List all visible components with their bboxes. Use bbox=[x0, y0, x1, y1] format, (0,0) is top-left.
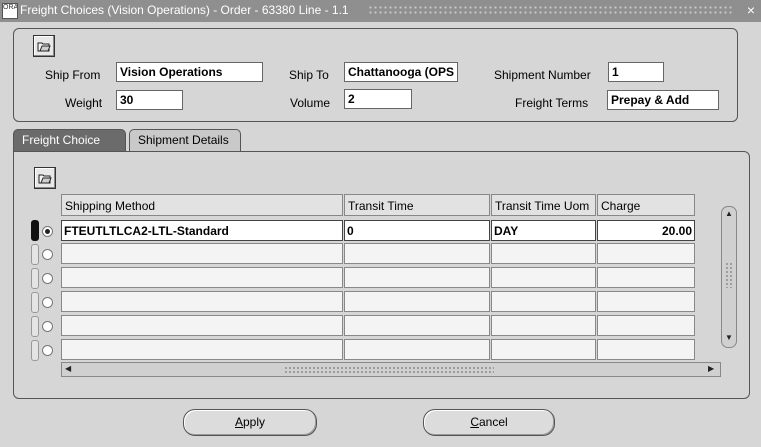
transit-time-uom-cell[interactable] bbox=[491, 267, 596, 288]
column-header-shipping-method[interactable]: Shipping Method bbox=[61, 194, 343, 216]
scrollbar-grip[interactable] bbox=[284, 366, 494, 373]
ship-from-field[interactable]: Vision Operations bbox=[116, 62, 263, 82]
transit-time-cell[interactable] bbox=[344, 243, 490, 264]
cancel-button[interactable]: Cancel bbox=[423, 409, 555, 436]
tab-shipment-details[interactable]: Shipment Details bbox=[129, 129, 241, 151]
shipping-method-cell[interactable] bbox=[61, 339, 343, 360]
transit-time-cell[interactable] bbox=[344, 291, 490, 312]
shipping-method-cell[interactable] bbox=[61, 267, 343, 288]
row-selector[interactable] bbox=[31, 244, 39, 265]
open-folder-icon bbox=[38, 174, 52, 184]
transit-time-cell[interactable]: 0 bbox=[344, 220, 490, 241]
folder-button[interactable] bbox=[34, 167, 56, 189]
charge-cell[interactable] bbox=[597, 315, 695, 336]
ship-to-label: Ship To bbox=[289, 68, 329, 82]
apply-label-rest: pply bbox=[243, 415, 266, 429]
scroll-right-icon[interactable]: ▶ bbox=[708, 364, 714, 373]
transit-time-uom-cell[interactable] bbox=[491, 243, 596, 264]
freight-terms-label: Freight Terms bbox=[515, 96, 589, 110]
freight-terms-field[interactable]: Prepay & Add bbox=[607, 90, 719, 110]
row-selector[interactable] bbox=[31, 268, 39, 289]
row-selector[interactable] bbox=[31, 220, 39, 241]
shipping-method-cell[interactable] bbox=[61, 243, 343, 264]
scroll-down-icon[interactable]: ▼ bbox=[725, 333, 733, 342]
close-icon[interactable]: × bbox=[747, 2, 755, 18]
transit-time-uom-cell[interactable]: DAY bbox=[491, 220, 596, 241]
scroll-left-icon[interactable]: ◀ bbox=[65, 364, 71, 373]
ship-from-label: Ship From bbox=[45, 68, 101, 82]
volume-field[interactable]: 2 bbox=[344, 89, 412, 109]
charge-cell[interactable]: 20.00 bbox=[597, 220, 695, 241]
row-radio[interactable] bbox=[42, 321, 53, 332]
cancel-mnemonic: C bbox=[470, 415, 479, 429]
apply-mnemonic: A bbox=[234, 415, 243, 429]
row-selector[interactable] bbox=[31, 292, 39, 313]
volume-label: Volume bbox=[290, 96, 331, 110]
shipping-method-cell[interactable]: FTEUTLTLCA2-LTL-Standard bbox=[61, 220, 343, 241]
transit-time-cell[interactable] bbox=[344, 339, 490, 360]
shipping-method-cell[interactable] bbox=[61, 315, 343, 336]
scroll-up-icon[interactable]: ▲ bbox=[725, 209, 733, 218]
scrollbar-grip[interactable] bbox=[725, 262, 733, 288]
row-radio[interactable] bbox=[42, 249, 53, 260]
shipment-number-label: Shipment Number bbox=[494, 68, 591, 82]
tab-freight-choice[interactable]: Freight Choice bbox=[13, 129, 126, 151]
row-selector[interactable] bbox=[31, 340, 39, 361]
weight-label: Weight bbox=[65, 96, 103, 110]
column-header-transit-time-uom[interactable]: Transit Time Uom bbox=[491, 194, 596, 216]
transit-time-uom-cell[interactable] bbox=[491, 291, 596, 312]
horizontal-scrollbar[interactable]: ◀ ▶ bbox=[61, 362, 721, 377]
row-radio[interactable] bbox=[42, 345, 53, 356]
apply-button[interactable]: Apply bbox=[183, 409, 317, 436]
column-header-charge[interactable]: Charge bbox=[597, 194, 695, 216]
transit-time-cell[interactable] bbox=[344, 315, 490, 336]
transit-time-uom-cell[interactable] bbox=[491, 315, 596, 336]
app-icon: ORACLE bbox=[2, 3, 18, 19]
transit-time-uom-cell[interactable] bbox=[491, 339, 596, 360]
title-bar-pattern bbox=[368, 5, 732, 16]
row-radio[interactable] bbox=[42, 226, 53, 237]
weight-field[interactable]: 30 bbox=[116, 90, 183, 110]
row-radio[interactable] bbox=[42, 273, 53, 284]
charge-cell[interactable] bbox=[597, 291, 695, 312]
cancel-label-rest: ancel bbox=[478, 415, 508, 429]
charge-cell[interactable] bbox=[597, 243, 695, 264]
open-folder-icon bbox=[37, 42, 51, 52]
shipment-number-field[interactable]: 1 bbox=[608, 62, 664, 82]
charge-cell[interactable] bbox=[597, 339, 695, 360]
shipping-method-cell[interactable] bbox=[61, 291, 343, 312]
window-title: Freight Choices (Vision Operations) - Or… bbox=[20, 3, 349, 17]
transit-time-cell[interactable] bbox=[344, 267, 490, 288]
column-header-transit-time[interactable]: Transit Time bbox=[344, 194, 490, 216]
ship-to-field[interactable]: Chattanooga (OPS bbox=[344, 62, 458, 82]
row-selector[interactable] bbox=[31, 316, 39, 337]
charge-cell[interactable] bbox=[597, 267, 695, 288]
folder-button[interactable] bbox=[33, 35, 55, 57]
title-bar: ORACLE Freight Choices (Vision Operation… bbox=[0, 0, 761, 22]
vertical-scrollbar[interactable]: ▲ ▼ bbox=[721, 206, 737, 348]
row-radio[interactable] bbox=[42, 297, 53, 308]
